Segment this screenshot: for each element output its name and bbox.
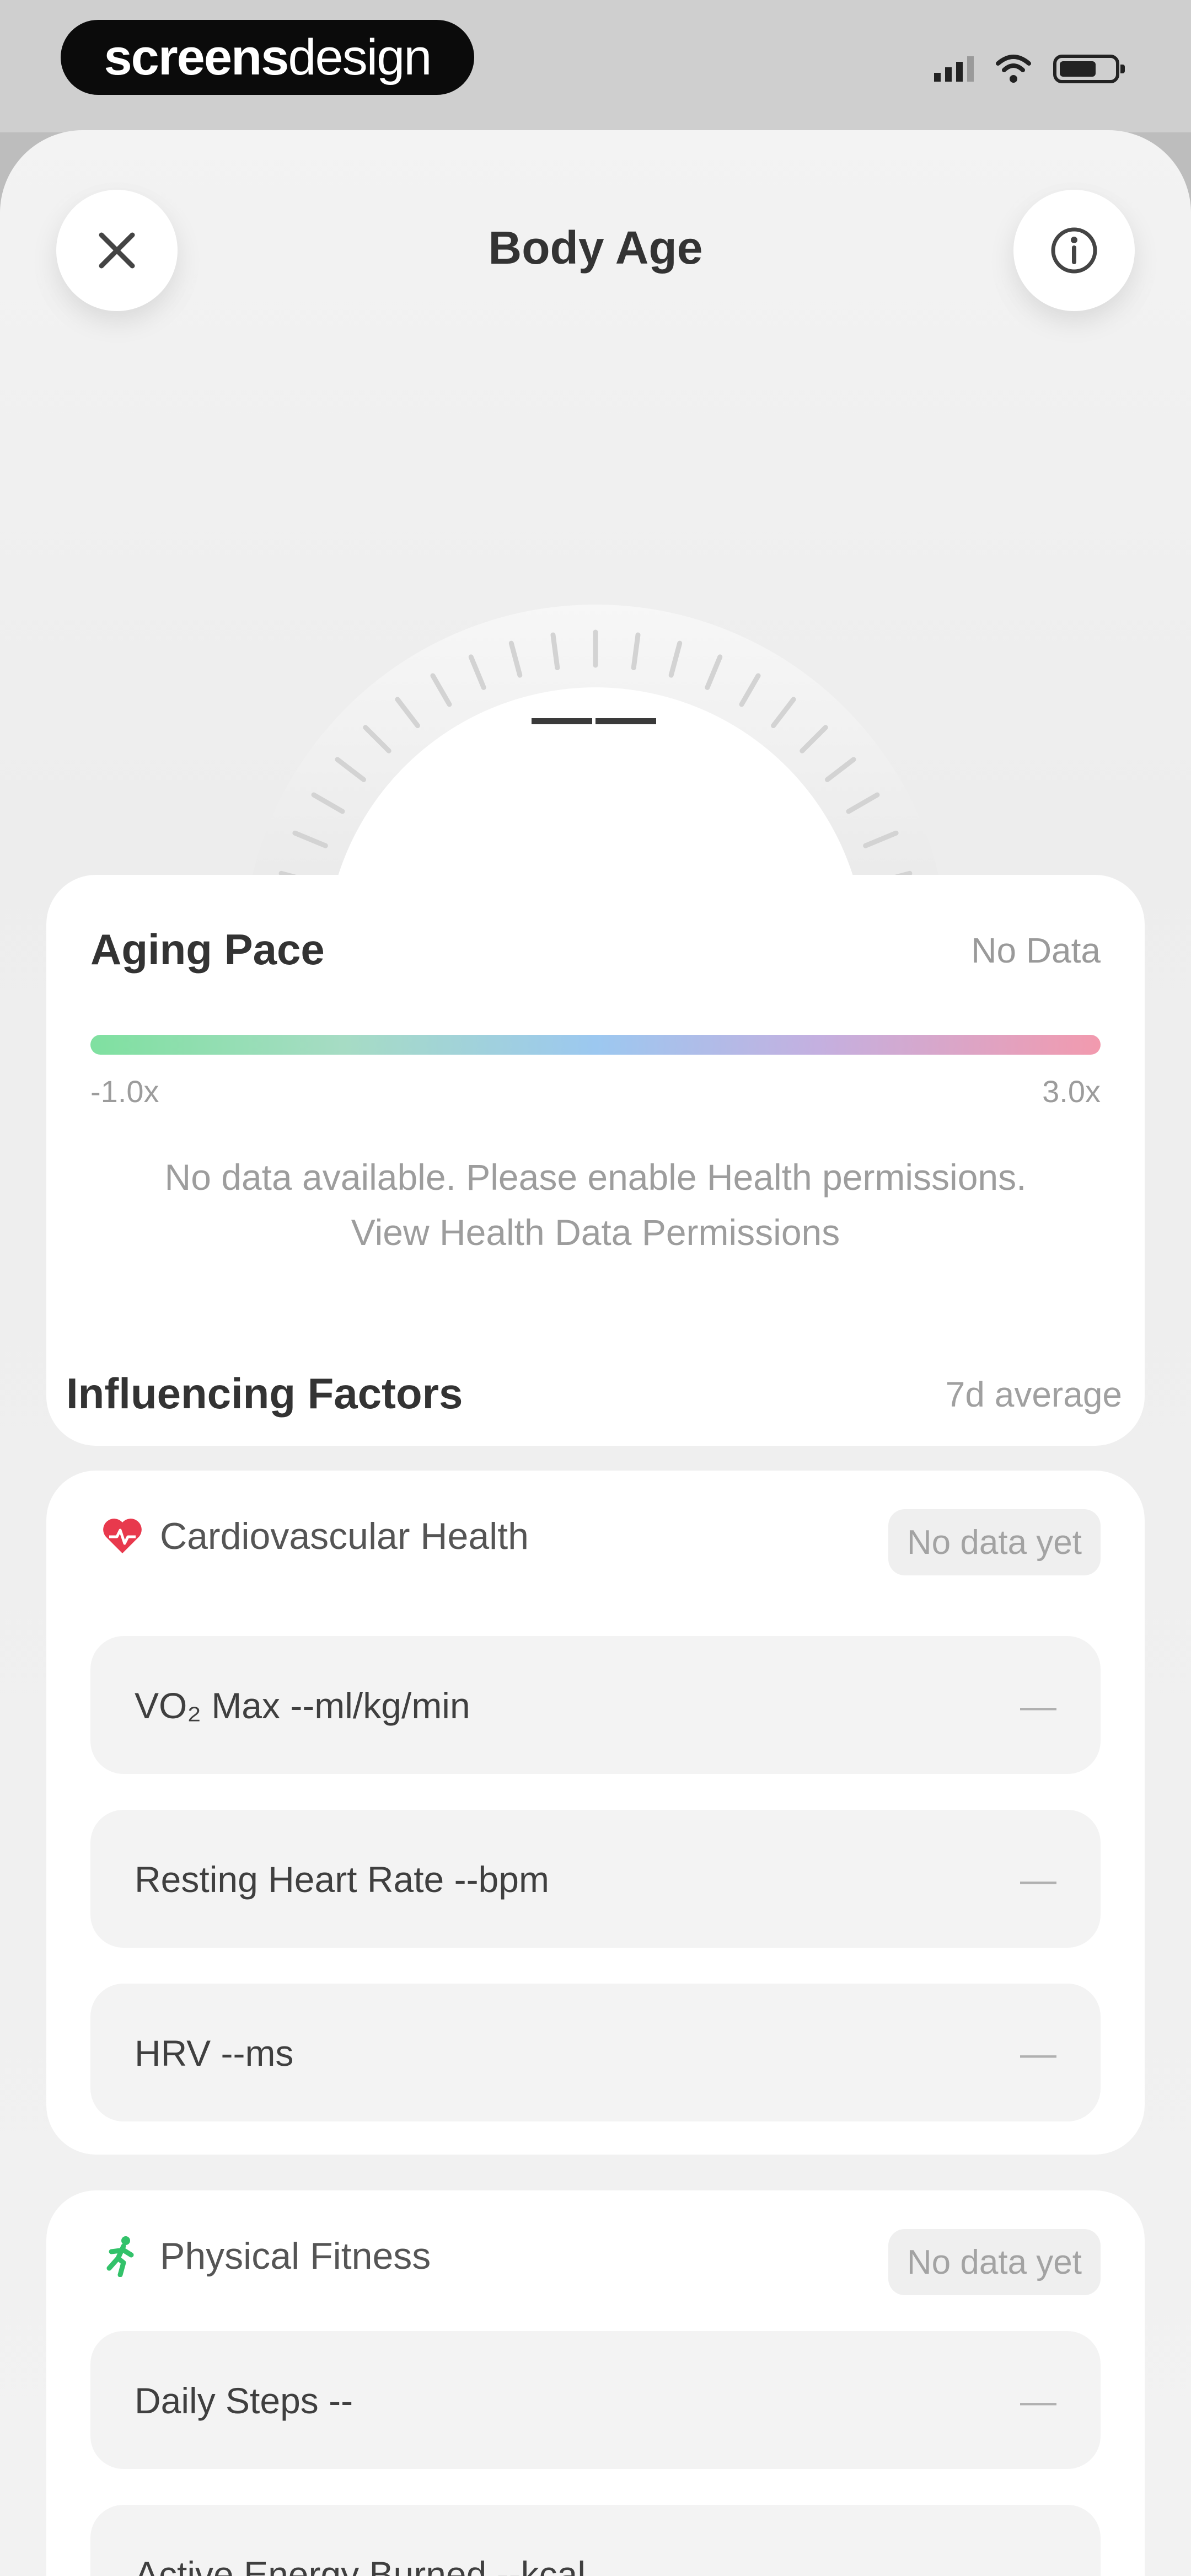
- metric-value: —: [1020, 1685, 1056, 1726]
- brand-light-text: design: [288, 29, 432, 85]
- aging-pace-card: Aging Pace No Data -1.0x 3.0x No data av…: [46, 875, 1145, 1446]
- body-age-sheet: Body Age —— Aging Pace No Data -1.0x 3.0…: [0, 130, 1191, 2576]
- brand-bold-text: screens: [104, 29, 289, 85]
- info-icon: [1051, 227, 1097, 274]
- metric-name: Active Energy Burned --kcal: [135, 2554, 586, 2576]
- metric-row-daily-steps[interactable]: Daily Steps -- —: [90, 2331, 1101, 2469]
- runner-icon: [106, 2236, 134, 2277]
- metric-name: Daily Steps --: [135, 2380, 353, 2421]
- status-bar: screens design: [0, 0, 1191, 132]
- metric-value: —: [1020, 2554, 1056, 2576]
- metric-name: HRV --ms: [135, 2033, 294, 2073]
- view-permissions-link[interactable]: View Health Data Permissions: [46, 1211, 1145, 1253]
- body-age-value: ——: [532, 683, 659, 751]
- metric-row-vo2-max[interactable]: VO₂ Max --ml/kg/min —: [90, 1636, 1101, 1774]
- cardiovascular-health-label: Cardiovascular Health: [160, 1515, 529, 1557]
- info-button[interactable]: [1013, 190, 1135, 311]
- status-badge: No data yet: [888, 1509, 1101, 1575]
- battery-icon: [1053, 55, 1125, 83]
- metric-name: VO₂ Max --ml/kg/min: [135, 1685, 470, 1726]
- aging-pace-min-label: -1.0x: [90, 1074, 159, 1109]
- aging-pace-status: No Data: [971, 931, 1101, 970]
- brand-watermark: screens design: [61, 20, 474, 95]
- cellular-signal-icon: [934, 56, 974, 82]
- no-data-message: No data available. Please enable Health …: [164, 1157, 1027, 1198]
- influencing-factors-title: Influencing Factors: [66, 1369, 463, 1418]
- metric-row-resting-heart-rate[interactable]: Resting Heart Rate --bpm —: [90, 1810, 1101, 1948]
- metric-name: Resting Heart Rate --bpm: [135, 1859, 549, 1900]
- aging-pace-bar: [90, 1035, 1101, 1055]
- metric-value: —: [1020, 2380, 1056, 2421]
- heart-icon: [103, 1519, 142, 1553]
- metric-row-active-energy[interactable]: Active Energy Burned --kcal —: [90, 2505, 1101, 2576]
- physical-fitness-label: Physical Fitness: [160, 2235, 431, 2277]
- status-icons: [934, 50, 1125, 88]
- page-title: Body Age: [488, 222, 703, 274]
- influencing-factors-subtitle: 7d average: [945, 1375, 1122, 1414]
- status-badge: No data yet: [888, 2229, 1101, 2295]
- cardiovascular-health-header: Cardiovascular Health: [101, 1515, 529, 1558]
- physical-fitness-card: Physical Fitness No data yet Daily Steps…: [46, 2190, 1145, 2576]
- aging-pace-title: Aging Pace: [90, 925, 325, 974]
- metric-value: —: [1020, 1859, 1056, 1900]
- metric-row-hrv[interactable]: HRV --ms —: [90, 1984, 1101, 2121]
- aging-pace-max-label: 3.0x: [1042, 1074, 1101, 1109]
- wifi-icon: [996, 55, 1031, 83]
- cardiovascular-health-card: Cardiovascular Health No data yet VO₂ Ma…: [46, 1471, 1145, 2155]
- metric-value: —: [1020, 2033, 1056, 2073]
- physical-fitness-header: Physical Fitness: [101, 2235, 431, 2278]
